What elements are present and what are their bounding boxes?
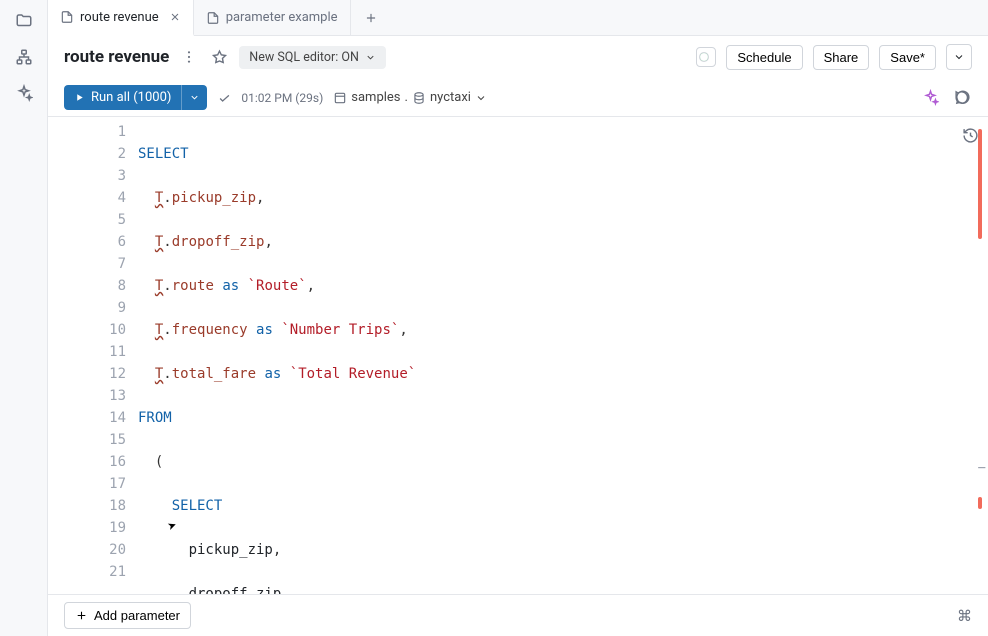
tab-parameter-example[interactable]: parameter example	[194, 0, 351, 35]
tab-route-revenue[interactable]: route revenue	[48, 0, 194, 36]
header-row: route revenue New SQL editor: ON Schedul…	[48, 36, 988, 79]
catalog-picker[interactable]: samples . nyctaxi	[333, 90, 487, 105]
star-icon[interactable]	[209, 47, 229, 67]
share-button[interactable]: Share	[813, 45, 870, 70]
sql-editor-toggle-label: New SQL editor: ON	[249, 50, 359, 65]
tab-label: route revenue	[80, 10, 159, 25]
fold-marker[interactable]: −	[978, 457, 986, 479]
main-content: route revenue parameter example route re…	[48, 0, 988, 636]
scrollbar-marker	[978, 129, 982, 239]
connection-status[interactable]	[696, 47, 716, 67]
catalog-name: samples	[351, 90, 400, 105]
tab-label: parameter example	[226, 10, 338, 25]
code-editor[interactable]: 123456789101112131415161718192021 SELECT…	[48, 117, 988, 594]
ai-sparkle-icon[interactable]	[15, 84, 33, 102]
query-file-icon	[206, 11, 220, 25]
keyboard-shortcut-icon[interactable]: ⌘	[957, 607, 972, 625]
schema-db-icon	[412, 91, 426, 105]
sql-editor-toggle[interactable]: New SQL editor: ON	[239, 46, 386, 69]
scrollbar-marker	[978, 497, 982, 509]
toolbar-row: Run all (1000) 01:02 PM (29s) samples . …	[48, 79, 988, 117]
tabs-bar: route revenue parameter example	[48, 0, 988, 36]
status-dot-icon	[699, 52, 709, 62]
schema-name: nyctaxi	[430, 90, 471, 105]
run-all-button[interactable]: Run all (1000)	[64, 85, 207, 110]
schedule-button[interactable]: Schedule	[726, 45, 802, 70]
query-file-icon	[60, 10, 74, 24]
run-label: Run all (1000)	[91, 90, 171, 105]
add-parameter-button[interactable]: Add parameter	[64, 602, 191, 629]
new-tab-button[interactable]	[351, 0, 391, 35]
comment-icon[interactable]	[952, 88, 972, 108]
add-parameter-label: Add parameter	[94, 608, 180, 623]
code-content[interactable]: SELECT T.pickup_zip, T.dropoff_zip, T.ro…	[138, 117, 988, 594]
footer-bar: Add parameter ⌘	[48, 594, 988, 636]
more-menu-icon[interactable]	[179, 47, 199, 67]
save-button[interactable]: Save*	[879, 45, 936, 70]
page-title: route revenue	[64, 47, 169, 67]
folder-icon[interactable]	[15, 12, 33, 30]
schema-icon[interactable]	[15, 48, 33, 66]
left-rail	[0, 0, 48, 636]
run-dropdown-button[interactable]	[181, 85, 207, 110]
line-number-gutter: 123456789101112131415161718192021	[48, 117, 138, 594]
close-icon[interactable]	[169, 11, 181, 23]
catalog-icon	[333, 91, 347, 105]
run-timestamp: 01:02 PM (29s)	[241, 91, 323, 105]
save-dropdown-button[interactable]	[946, 44, 972, 70]
assistant-sparkle-icon[interactable]	[920, 88, 940, 108]
check-icon	[217, 91, 231, 105]
history-icon[interactable]	[960, 125, 980, 145]
